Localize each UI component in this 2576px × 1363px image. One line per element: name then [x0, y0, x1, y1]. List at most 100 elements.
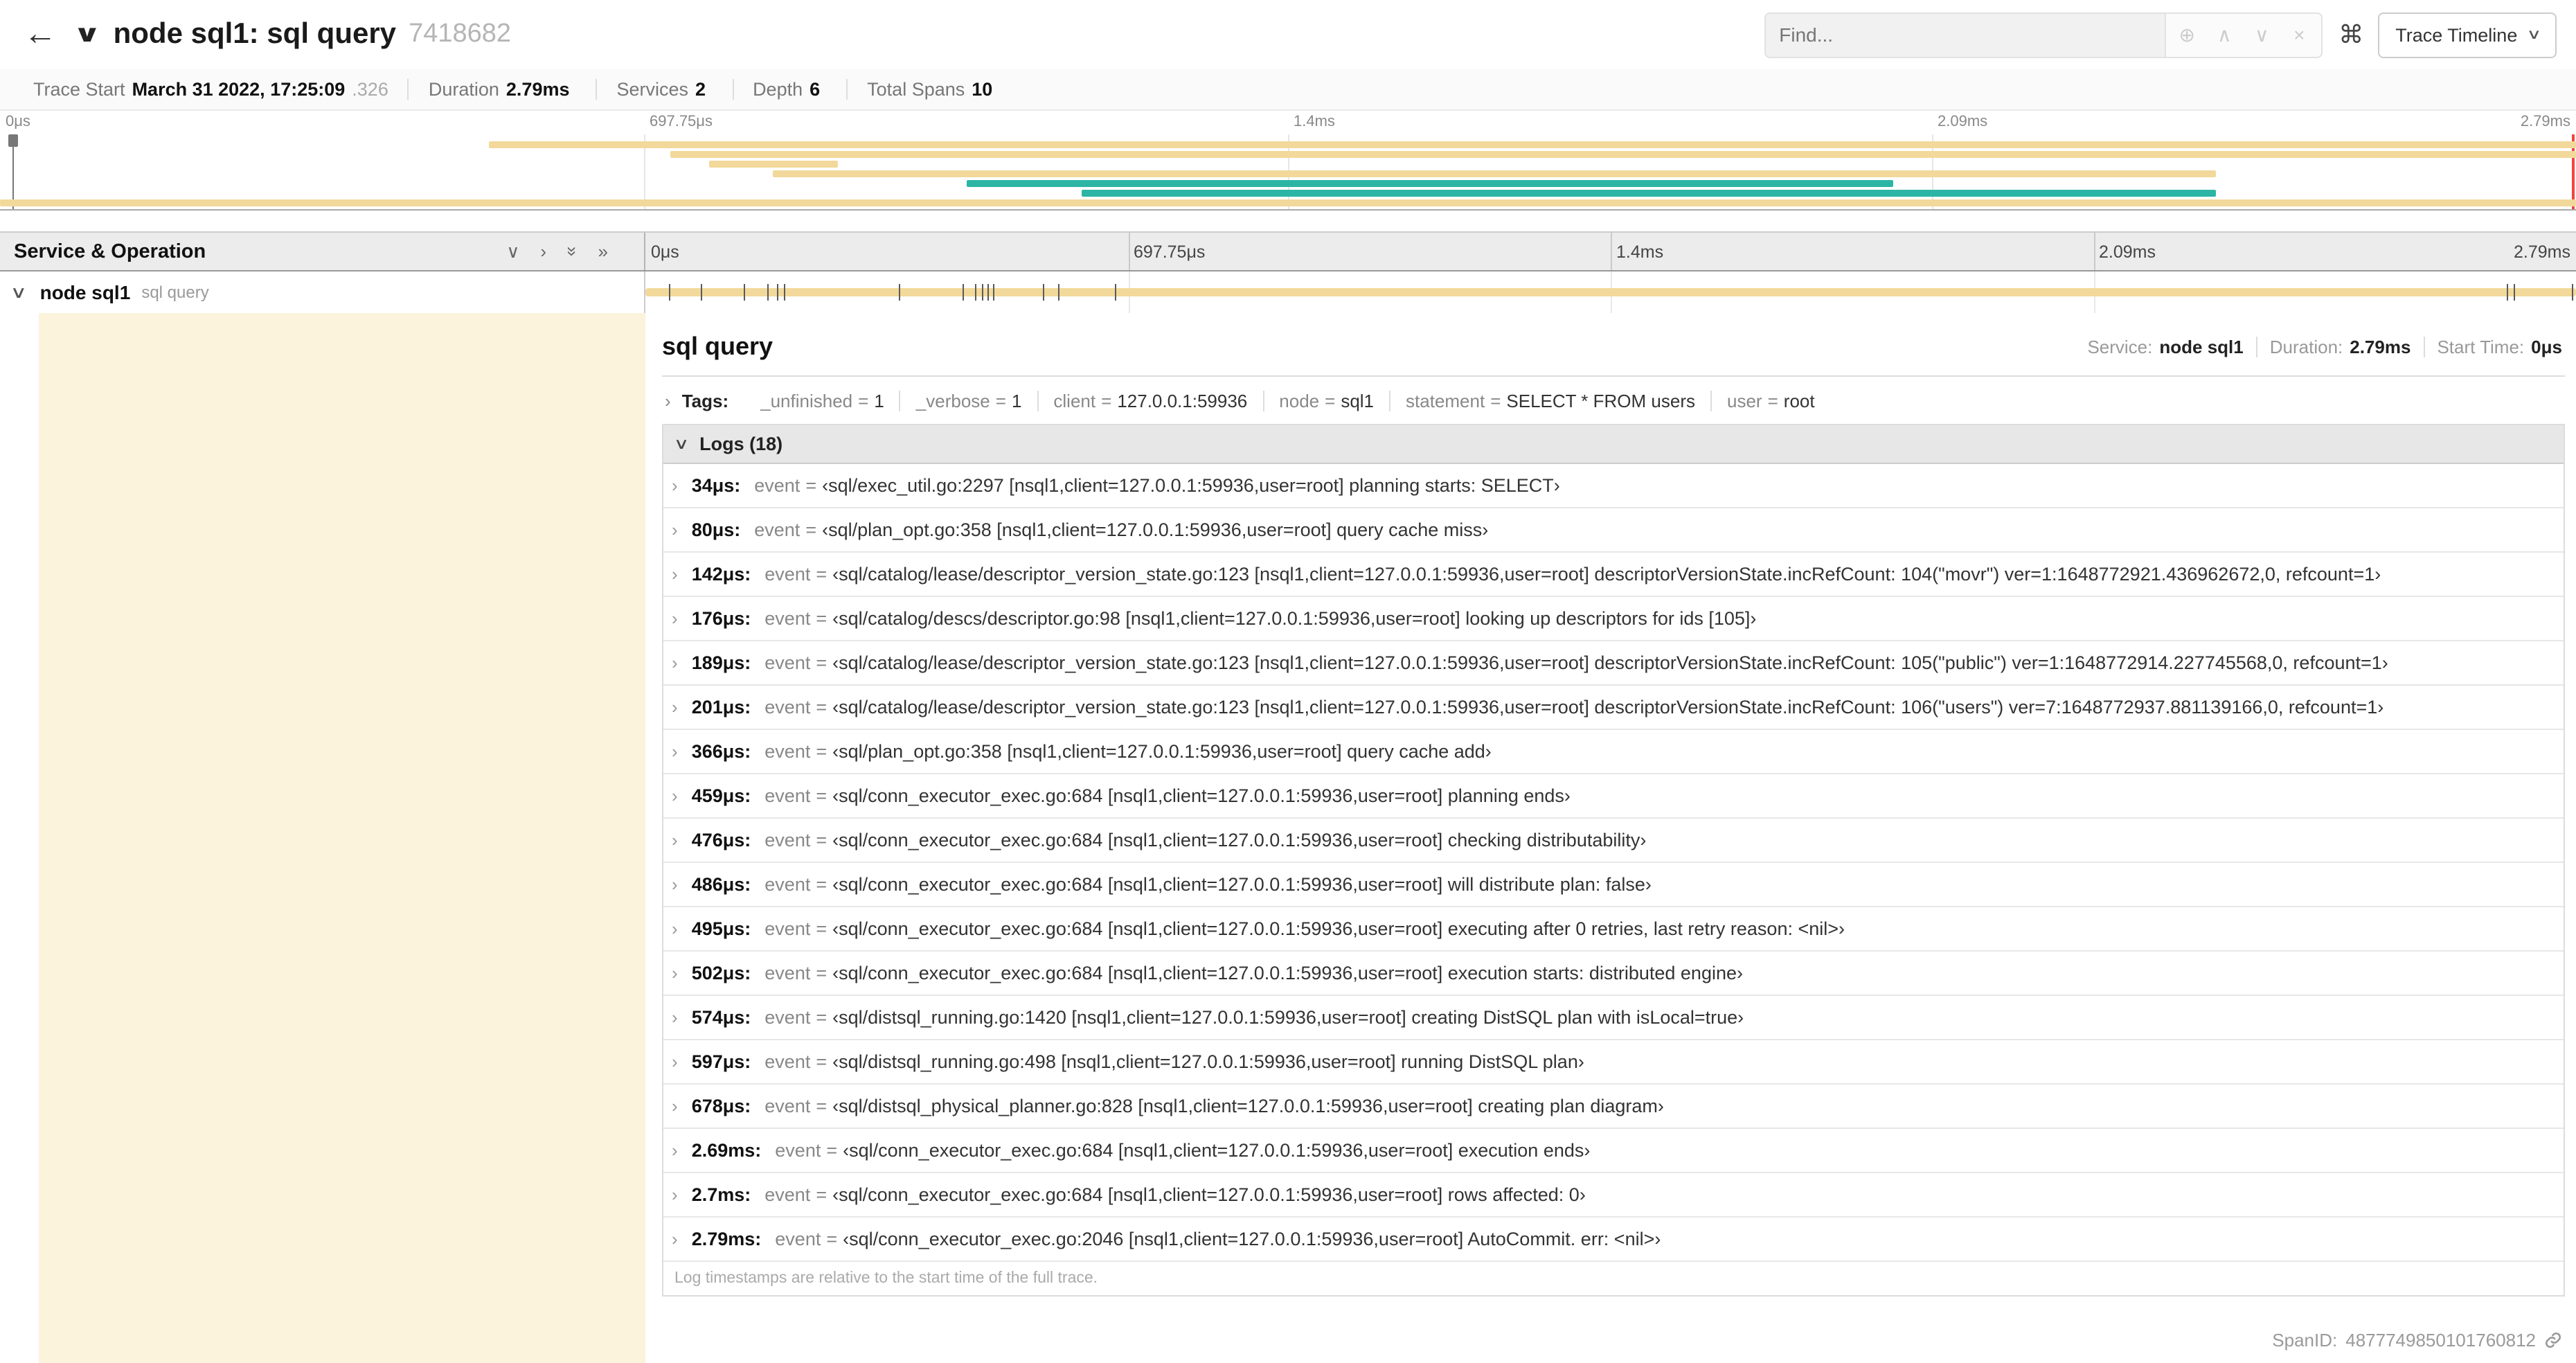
equals-separator: = — [816, 1051, 828, 1072]
tags-label: Tags: — [681, 391, 729, 411]
viewport-left-scrubber[interactable] — [8, 134, 18, 209]
span-timeline-cell — [645, 271, 2576, 313]
prev-result-icon[interactable]: ∧ — [2206, 23, 2243, 46]
log-row[interactable]: › 574μs: event = ‹sql/distsql_running.go… — [663, 996, 2564, 1040]
chevron-right-icon: › — [672, 564, 678, 585]
tag-value: 1 — [874, 391, 884, 411]
detail-left-column — [0, 313, 645, 1363]
log-field-value: ‹sql/catalog/descs/descriptor.go:98 [nsq… — [832, 608, 1757, 629]
log-marker-tick — [2572, 284, 2574, 301]
equals-separator: = — [1490, 391, 1501, 411]
log-row[interactable]: › 2.79ms: event = ‹sql/conn_executor_exe… — [663, 1218, 2564, 1262]
summary-label: Trace Start — [33, 79, 125, 100]
log-row[interactable]: › 2.69ms: event = ‹sql/conn_executor_exe… — [663, 1129, 2564, 1173]
collapse-all-icon[interactable]: » — [562, 247, 582, 256]
trace-timeline-page: ← ∨ node sql1: sql query 7418682 ⊕ ∧ ∨ ×… — [0, 0, 2576, 1363]
logs-header[interactable]: ∨ Logs (18) — [663, 425, 2564, 464]
equals-separator: = — [816, 564, 828, 585]
trace-collapse-chevron-icon[interactable]: ∨ — [73, 21, 101, 48]
chevron-right-icon: › — [672, 741, 678, 762]
find-input[interactable] — [1764, 12, 2166, 57]
log-timestamp: 678μs: — [691, 1096, 751, 1116]
log-row[interactable]: › 476μs: event = ‹sql/conn_executor_exec… — [663, 819, 2564, 863]
next-result-icon[interactable]: ∨ — [2243, 23, 2280, 46]
ruler-tick: 0μs — [6, 114, 30, 130]
log-row[interactable]: › 176μs: event = ‹sql/catalog/descs/desc… — [663, 597, 2564, 641]
top-bar: ← ∨ node sql1: sql query 7418682 ⊕ ∧ ∨ ×… — [0, 0, 2576, 69]
expand-one-icon[interactable]: › — [540, 241, 546, 262]
minimap-canvas[interactable] — [0, 134, 2576, 211]
log-timestamp: 366μs: — [691, 741, 751, 762]
clear-search-icon[interactable]: × — [2280, 24, 2318, 46]
expand-all-icon[interactable]: » — [598, 241, 608, 262]
view-selector-button[interactable]: Trace Timeline ∨ — [2377, 12, 2557, 57]
log-row[interactable]: › 459μs: event = ‹sql/conn_executor_exec… — [663, 774, 2564, 819]
span-id-row: SpanID: 4877749850101760812 — [662, 1316, 2565, 1363]
detail-span-title: sql query — [662, 332, 773, 360]
grid-header: Service & Operation ∨ › » » 0μs 697.75μs… — [0, 231, 2576, 271]
log-row[interactable]: › 597μs: event = ‹sql/distsql_running.go… — [663, 1040, 2564, 1085]
collapse-one-icon[interactable]: ∨ — [506, 240, 519, 262]
log-row[interactable]: › 486μs: event = ‹sql/conn_executor_exec… — [663, 863, 2564, 907]
log-field-key: event — [754, 519, 800, 540]
tag-item: statement = SELECT * FROM users — [1389, 391, 1710, 411]
log-field-key: event — [764, 785, 811, 806]
log-marker-tick — [744, 284, 746, 301]
minimap-ruler: 0μs 697.75μs 1.4ms 2.09ms 2.79ms — [0, 111, 2576, 134]
log-field-value: ‹sql/exec_util.go:2297 [nsql1,client=127… — [822, 475, 1560, 496]
span-collapse-chevron-icon[interactable]: ∨ — [10, 283, 27, 302]
back-button[interactable]: ← — [14, 15, 66, 54]
log-field-value: ‹sql/conn_executor_exec.go:684 [nsql1,cl… — [832, 1184, 1586, 1205]
log-row[interactable]: › 201μs: event = ‹sql/catalog/lease/desc… — [663, 686, 2564, 730]
log-row[interactable]: › 495μs: event = ‹sql/conn_executor_exec… — [663, 907, 2564, 952]
chevron-right-icon: › — [672, 475, 678, 496]
log-field-value: ‹sql/conn_executor_exec.go:684 [nsql1,cl… — [832, 918, 1845, 939]
summary-value: 2.79ms — [506, 79, 570, 100]
log-timestamp: 2.79ms: — [691, 1229, 762, 1249]
logs-title: Logs (18) — [699, 434, 783, 454]
summary-label: Duration — [428, 79, 499, 100]
trace-id: 7418682 — [409, 19, 511, 48]
log-field-key: event — [764, 608, 811, 629]
trace-summary-bar: Trace Start March 31 2022, 17:25:09 .326 D… — [0, 69, 2576, 111]
log-row[interactable]: › 678μs: event = ‹sql/distsql_physical_p… — [663, 1085, 2564, 1129]
equals-separator: = — [816, 652, 828, 673]
ruler-tick: 1.4ms — [1616, 242, 1664, 262]
ruler-tick: 2.09ms — [1938, 114, 1988, 130]
log-field-value: ‹sql/conn_executor_exec.go:2046 [nsql1,c… — [843, 1229, 1661, 1249]
collapse-controls: ∨ › » » — [506, 240, 608, 262]
log-field-key: event — [764, 1007, 811, 1028]
chevron-right-icon: › — [672, 608, 678, 629]
link-icon[interactable] — [2544, 1331, 2562, 1349]
log-row[interactable]: › 502μs: event = ‹sql/conn_executor_exec… — [663, 952, 2564, 996]
equals-separator: = — [805, 519, 817, 540]
minimap-span-bar — [670, 151, 2576, 158]
ruler-tick: 1.4ms — [1294, 114, 1335, 130]
equals-separator: = — [816, 963, 828, 983]
log-row[interactable]: › 366μs: event = ‹sql/plan_opt.go:358 [n… — [663, 730, 2564, 774]
log-row[interactable]: › 142μs: event = ‹sql/catalog/lease/desc… — [663, 553, 2564, 597]
equals-separator: = — [816, 918, 828, 939]
log-row[interactable]: › 189μs: event = ‹sql/catalog/lease/desc… — [663, 641, 2564, 686]
tag-value: 1 — [1011, 391, 1022, 411]
span-name-cell[interactable]: ∨ node sql1 sql query — [0, 271, 645, 313]
log-field-value: ‹sql/plan_opt.go:358 [nsql1,client=127.0… — [822, 519, 1489, 540]
log-row[interactable]: › 80μs: event = ‹sql/plan_opt.go:358 [ns… — [663, 508, 2564, 553]
focus-icon[interactable]: ⊕ — [2168, 23, 2206, 46]
equals-separator: = — [858, 391, 869, 411]
span-color-accent-column — [39, 313, 645, 1363]
chevron-right-icon: › — [672, 519, 678, 540]
log-marker-tick — [992, 284, 994, 301]
span-id-value: 4877749850101760812 — [2345, 1330, 2536, 1351]
tags-row[interactable]: › Tags: _unfinished = 1 _verbose = 1 client =… — [662, 377, 2565, 424]
log-row[interactable]: › 34μs: event = ‹sql/exec_util.go:2297 [… — [663, 464, 2564, 508]
log-field-value: ‹sql/plan_opt.go:358 [nsql1,client=127.0… — [832, 741, 1492, 762]
summary-label: Depth — [753, 79, 803, 100]
log-timestamp: 495μs: — [691, 918, 751, 939]
keyboard-shortcuts-icon[interactable]: ⌘ — [2338, 20, 2363, 49]
tag-key: user — [1727, 391, 1762, 411]
log-timestamp: 597μs: — [691, 1051, 751, 1072]
log-marker-tick — [668, 284, 670, 301]
log-row[interactable]: › 2.7ms: event = ‹sql/conn_executor_exec… — [663, 1173, 2564, 1218]
span-duration-bar[interactable] — [645, 288, 2576, 296]
